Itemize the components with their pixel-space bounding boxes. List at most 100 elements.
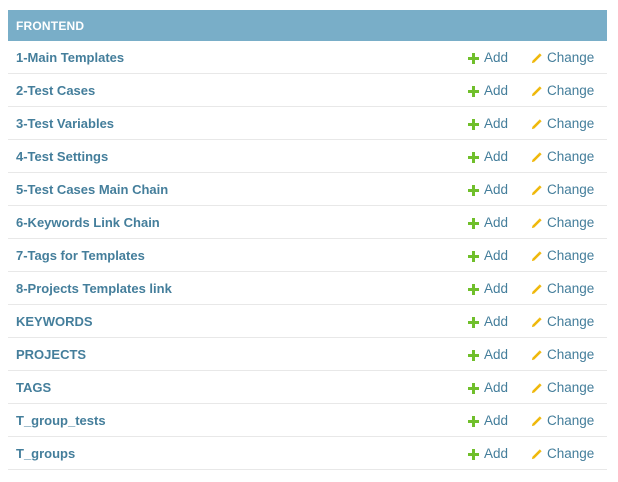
plus-icon [468,283,479,295]
change-link[interactable]: Change [531,281,594,296]
pencil-icon [531,415,542,426]
change-link[interactable]: Change [531,380,594,395]
model-link[interactable]: PROJECTS [16,347,86,362]
add-link[interactable]: Add [468,281,508,296]
plus-icon [468,448,479,460]
add-label: Add [484,445,509,461]
pencil-icon [531,250,542,261]
pencil-icon [531,382,542,393]
table-row: KEYWORDS Add Change [8,305,607,338]
add-link[interactable]: Add [468,413,508,428]
plus-icon [468,316,479,328]
add-link[interactable]: Add [468,83,508,98]
change-label: Change [547,280,595,296]
model-link[interactable]: T_groups [16,446,75,461]
table-row: 8-Projects Templates link Add Change [8,272,607,305]
add-label: Add [484,148,509,164]
model-link[interactable]: 4-Test Settings [16,149,108,164]
add-link[interactable]: Add [468,248,508,263]
change-label: Change [547,82,595,98]
add-link[interactable]: Add [468,215,508,230]
table-row: 6-Keywords Link Chain Add Change [8,206,607,239]
add-label: Add [484,49,509,65]
plus-icon [468,349,479,361]
add-link[interactable]: Add [468,116,508,131]
table-row: 7-Tags for Templates Add Change [8,239,607,272]
change-label: Change [547,49,595,65]
change-link[interactable]: Change [531,446,594,461]
add-link[interactable]: Add [468,380,508,395]
plus-icon [468,151,479,163]
model-link[interactable]: 1-Main Templates [16,50,124,65]
plus-icon [468,118,479,130]
pencil-icon [531,52,542,63]
table-row: PROJECTS Add Change [8,338,607,371]
change-label: Change [547,148,595,164]
frontend-module: FRONTEND 1-Main Templates Add Change 2-Test… [8,10,607,470]
model-list: 1-Main Templates Add Change 2-Test Cases Add… [8,41,607,470]
pencil-icon [531,184,542,195]
add-label: Add [484,181,509,197]
pencil-icon [531,151,542,162]
add-label: Add [484,214,509,230]
add-label: Add [484,115,509,131]
change-label: Change [547,313,595,329]
model-link[interactable]: 8-Projects Templates link [16,281,172,296]
add-label: Add [484,412,509,428]
plus-icon [468,382,479,394]
model-link[interactable]: 7-Tags for Templates [16,248,145,263]
change-label: Change [547,115,595,131]
module-caption[interactable]: FRONTEND [8,10,607,41]
table-row: 2-Test Cases Add Change [8,74,607,107]
plus-icon [468,217,479,229]
change-label: Change [547,247,595,263]
model-link[interactable]: 6-Keywords Link Chain [16,215,160,230]
change-label: Change [547,412,595,428]
change-label: Change [547,181,595,197]
add-link[interactable]: Add [468,50,508,65]
module-caption-label: FRONTEND [16,18,85,33]
pencil-icon [531,217,542,228]
add-label: Add [484,313,509,329]
table-row: 4-Test Settings Add Change [8,140,607,173]
change-label: Change [547,379,595,395]
add-link[interactable]: Add [468,314,508,329]
plus-icon [468,415,479,427]
pencil-icon [531,448,542,459]
change-link[interactable]: Change [531,413,594,428]
plus-icon [468,250,479,262]
table-row: T_groups Add Change [8,437,607,470]
table-row: T_group_tests Add Change [8,404,607,437]
model-link[interactable]: T_group_tests [16,413,106,428]
add-link[interactable]: Add [468,347,508,362]
model-link[interactable]: 2-Test Cases [16,83,95,98]
add-label: Add [484,346,509,362]
table-row: 5-Test Cases Main Chain Add Change [8,173,607,206]
change-link[interactable]: Change [531,215,594,230]
change-link[interactable]: Change [531,248,594,263]
add-label: Add [484,280,509,296]
pencil-icon [531,85,542,96]
change-link[interactable]: Change [531,182,594,197]
change-link[interactable]: Change [531,50,594,65]
pencil-icon [531,283,542,294]
change-link[interactable]: Change [531,149,594,164]
table-row: TAGS Add Change [8,371,607,404]
change-link[interactable]: Change [531,116,594,131]
model-link[interactable]: 3-Test Variables [16,116,114,131]
add-link[interactable]: Add [468,446,508,461]
add-link[interactable]: Add [468,149,508,164]
change-label: Change [547,346,595,362]
change-link[interactable]: Change [531,83,594,98]
change-label: Change [547,214,595,230]
model-link[interactable]: TAGS [16,380,51,395]
change-link[interactable]: Change [531,347,594,362]
add-label: Add [484,247,509,263]
add-label: Add [484,82,509,98]
change-link[interactable]: Change [531,314,594,329]
model-link[interactable]: 5-Test Cases Main Chain [16,182,168,197]
model-link[interactable]: KEYWORDS [16,314,93,329]
add-link[interactable]: Add [468,182,508,197]
plus-icon [468,52,479,64]
table-row: 3-Test Variables Add Change [8,107,607,140]
